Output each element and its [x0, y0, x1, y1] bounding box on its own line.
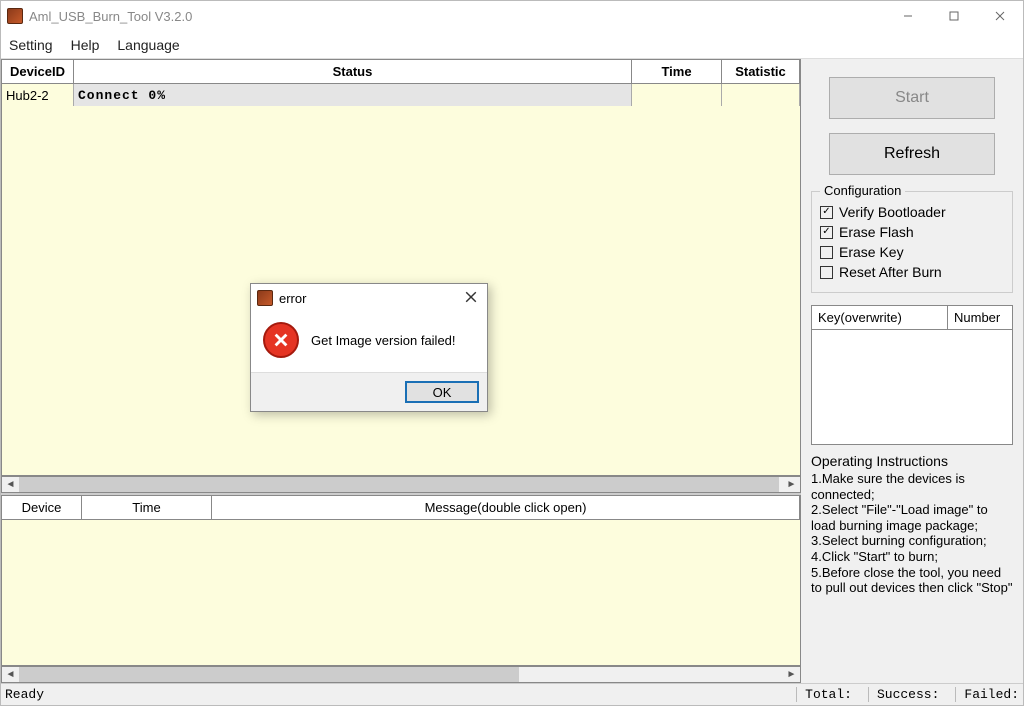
status-success: Success:	[868, 687, 939, 702]
status-failed: Failed:	[955, 687, 1019, 702]
scroll-thumb[interactable]	[19, 667, 519, 682]
menu-language[interactable]: Language	[117, 37, 179, 53]
key-table: Key(overwrite) Number	[811, 305, 1013, 445]
instruction-line: 1.Make sure the devices is connected;	[811, 471, 1013, 502]
operating-instructions: Operating Instructions 1.Make sure the d…	[811, 453, 1013, 596]
title-bar: Aml_USB_Burn_Tool V3.2.0	[1, 1, 1023, 31]
checkbox-reset-after-burn[interactable]: Reset After Burn	[820, 264, 1004, 280]
col-number[interactable]: Number	[948, 306, 1012, 330]
checkbox-erase-flash[interactable]: Erase Flash	[820, 224, 1004, 240]
message-table-header: Device Time Message(double click open)	[1, 495, 801, 520]
col-statistic[interactable]: Statistic	[722, 60, 800, 83]
instruction-line: 4.Click "Start" to burn;	[811, 549, 1013, 565]
menu-setting[interactable]: Setting	[9, 37, 53, 53]
checkbox-icon	[820, 206, 833, 219]
checkbox-icon	[820, 226, 833, 239]
close-icon[interactable]	[461, 291, 481, 306]
dialog-body: Get Image version failed!	[251, 312, 487, 373]
table-row[interactable]: Hub2-2 Connect 0%	[2, 84, 800, 106]
cell-time	[632, 84, 722, 106]
checkbox-erase-key[interactable]: Erase Key	[820, 244, 1004, 260]
scroll-right-icon[interactable]: ►	[783, 667, 800, 682]
configuration-title: Configuration	[820, 183, 905, 198]
scroll-right-icon[interactable]: ►	[783, 477, 800, 492]
dialog-footer: OK	[251, 373, 487, 411]
instruction-line: 5.Before close the tool, you need to pul…	[811, 565, 1013, 596]
col-time[interactable]: Time	[632, 60, 722, 83]
dialog-message: Get Image version failed!	[311, 333, 456, 348]
col-msg-time[interactable]: Time	[82, 496, 212, 519]
instruction-line: 3.Select burning configuration;	[811, 533, 1013, 549]
scroll-left-icon[interactable]: ◄	[2, 477, 19, 492]
col-device-id[interactable]: DeviceID	[2, 60, 74, 83]
message-table: Device Time Message(double click open) ◄…	[1, 493, 801, 683]
checkbox-icon	[820, 266, 833, 279]
ok-button[interactable]: OK	[405, 381, 479, 403]
window-controls	[885, 1, 1023, 31]
cell-device-id: Hub2-2	[2, 84, 74, 106]
message-table-body	[1, 520, 801, 666]
checkbox-icon	[820, 246, 833, 259]
status-total: Total:	[796, 687, 852, 702]
instruction-line: 2.Select "File"-"Load image" to load bur…	[811, 502, 1013, 533]
maximize-button[interactable]	[931, 1, 977, 31]
close-button[interactable]	[977, 1, 1023, 31]
col-msg-message[interactable]: Message(double click open)	[212, 496, 800, 519]
error-dialog: error Get Image version failed! OK	[250, 283, 488, 412]
key-table-header: Key(overwrite) Number	[812, 306, 1012, 330]
instructions-title: Operating Instructions	[811, 453, 1013, 469]
checkbox-verify-bootloader[interactable]: Verify Bootloader	[820, 204, 1004, 220]
scroll-left-icon[interactable]: ◄	[2, 667, 19, 682]
checkbox-label: Erase Key	[839, 244, 904, 260]
device-hscrollbar[interactable]: ◄ ►	[1, 476, 801, 493]
cell-status: Connect 0%	[74, 84, 632, 106]
menu-bar: Setting Help Language	[1, 31, 1023, 59]
device-table-header: DeviceID Status Time Statistic	[1, 59, 801, 84]
app-icon	[7, 8, 23, 24]
message-hscrollbar[interactable]: ◄ ►	[1, 666, 801, 683]
dialog-titlebar[interactable]: error	[251, 284, 487, 312]
refresh-button[interactable]: Refresh	[829, 133, 995, 175]
col-key[interactable]: Key(overwrite)	[812, 306, 948, 330]
dialog-title: error	[279, 291, 461, 306]
minimize-button[interactable]	[885, 1, 931, 31]
status-text: Ready	[5, 687, 796, 702]
dialog-app-icon	[257, 290, 273, 306]
error-icon	[263, 322, 299, 358]
device-table-body: Hub2-2 Connect 0%	[1, 84, 801, 476]
side-panel: Start Refresh Configuration Verify Bootl…	[801, 59, 1023, 683]
col-status[interactable]: Status	[74, 60, 632, 83]
scroll-thumb[interactable]	[19, 477, 779, 492]
configuration-group: Configuration Verify Bootloader Erase Fl…	[811, 191, 1013, 293]
checkbox-label: Verify Bootloader	[839, 204, 946, 220]
start-button[interactable]: Start	[829, 77, 995, 119]
status-bar: Ready Total: Success: Failed:	[1, 683, 1023, 705]
checkbox-label: Reset After Burn	[839, 264, 942, 280]
device-table: DeviceID Status Time Statistic Hub2-2 Co…	[1, 59, 801, 493]
window-title: Aml_USB_Burn_Tool V3.2.0	[29, 9, 885, 24]
menu-help[interactable]: Help	[71, 37, 100, 53]
cell-statistic	[722, 84, 800, 106]
col-msg-device[interactable]: Device	[2, 496, 82, 519]
checkbox-label: Erase Flash	[839, 224, 914, 240]
